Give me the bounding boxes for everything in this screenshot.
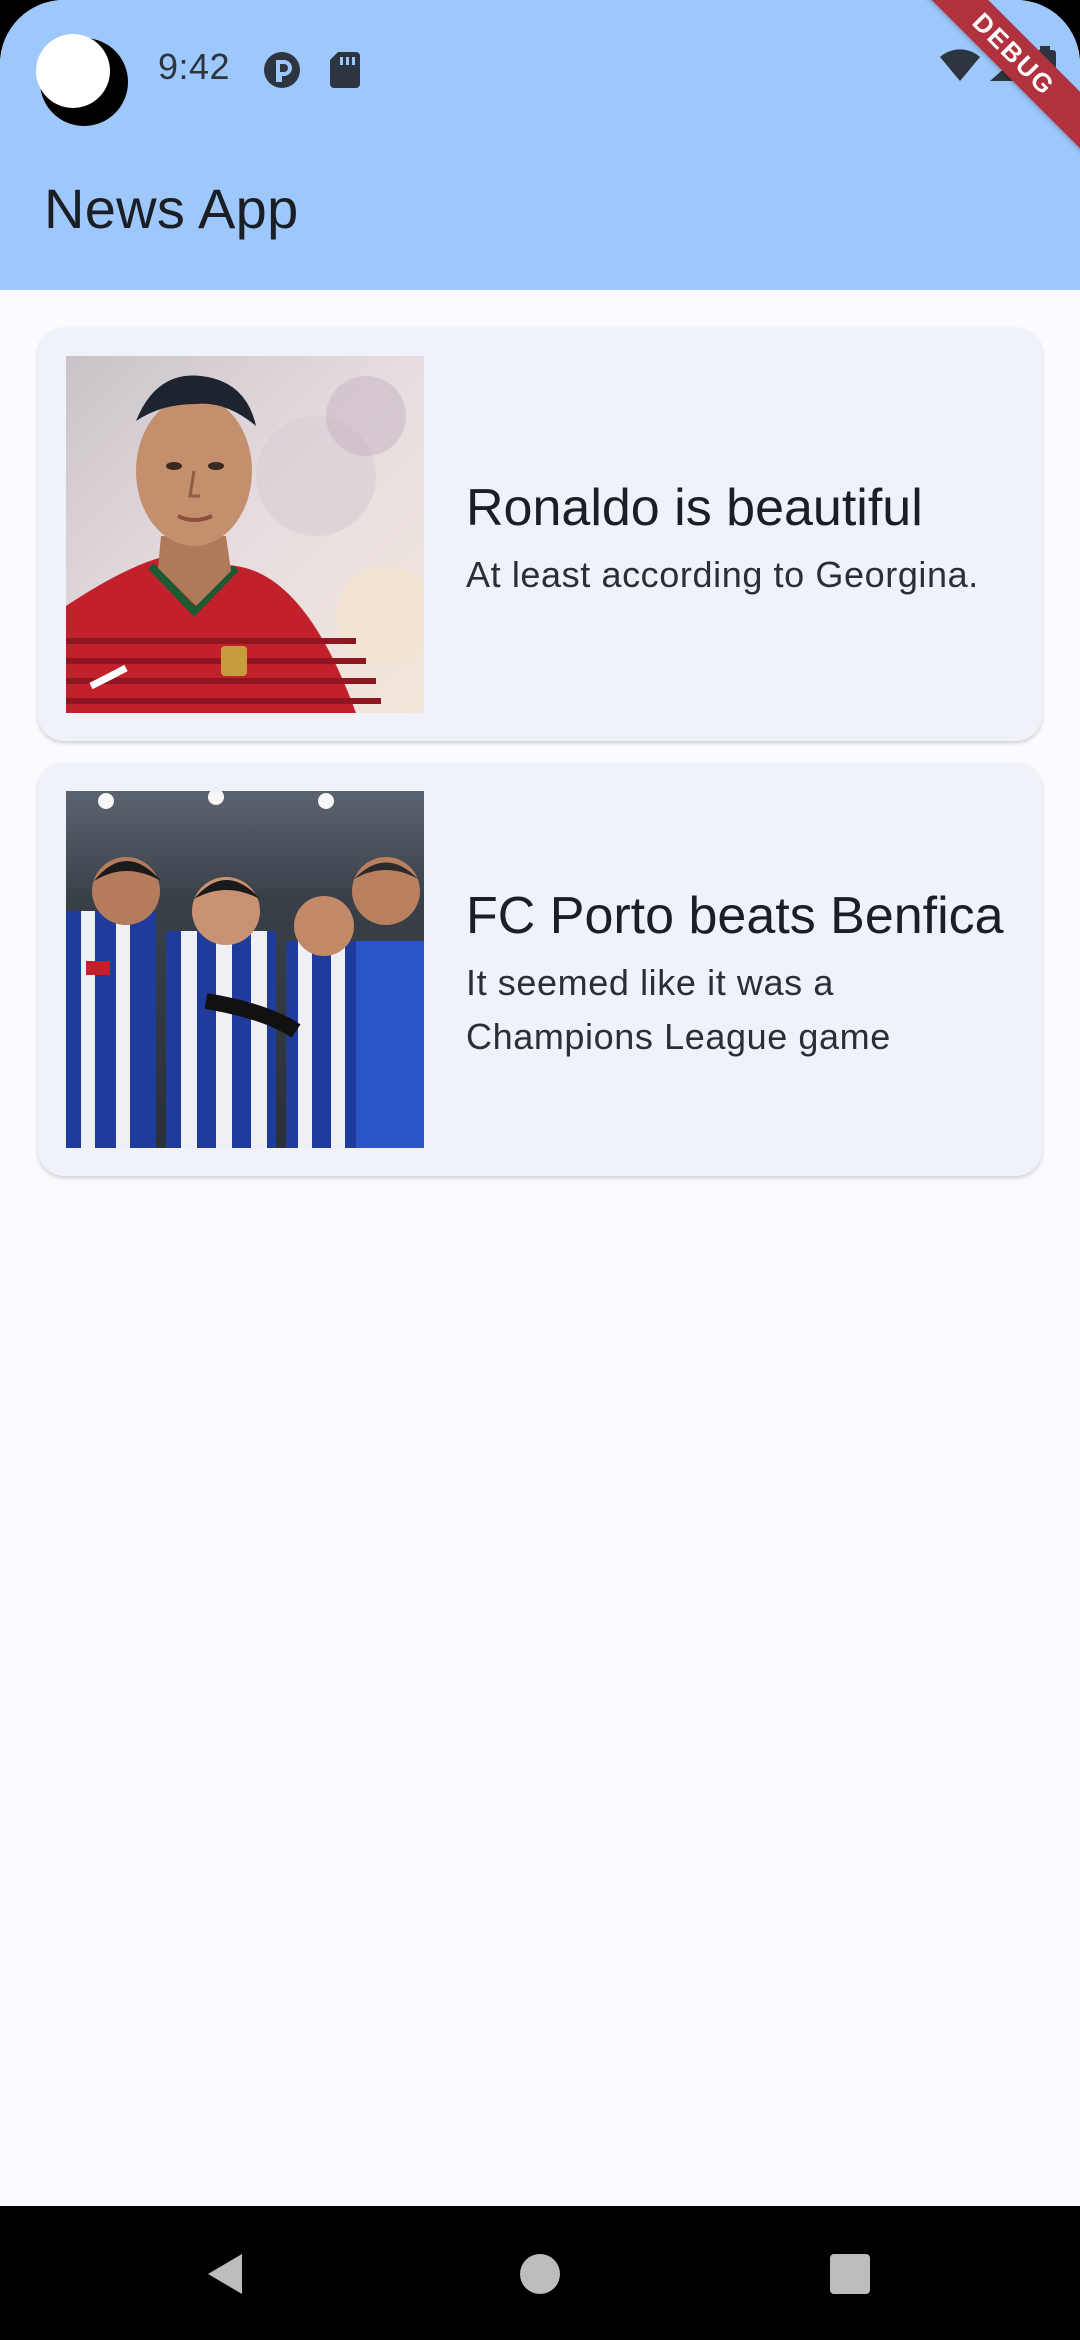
article-subtitle: At least according to Georgina.: [466, 553, 979, 595]
article-text: Ronaldo is beautiful At least according …: [466, 468, 1014, 602]
wifi-icon: [938, 47, 982, 88]
news-list: Ronaldo is beautiful At least according …: [38, 328, 1042, 1198]
app-header: 9:42 DEBUG News App: [0, 0, 1080, 290]
home-icon[interactable]: [500, 2234, 580, 2314]
article-image: [66, 356, 424, 713]
article-image: [66, 791, 424, 1148]
article-subtitle: It seemed like it was a Champions League…: [466, 961, 891, 1057]
app-title: News App: [44, 177, 299, 240]
status-time: 9:42: [158, 46, 231, 87]
recents-icon[interactable]: [810, 2234, 890, 2314]
news-card[interactable]: Ronaldo is beautiful At least according …: [38, 328, 1042, 741]
article-title: Ronaldo is beautiful: [466, 478, 923, 537]
screen: 9:42 DEBUG News App Ronaldo is beautiful…: [0, 0, 1080, 2340]
article-text: FC Porto beats Benfica It seemed like it…: [466, 876, 1014, 1064]
sd-card-icon: [328, 50, 362, 95]
back-icon[interactable]: [186, 2234, 266, 2314]
news-card[interactable]: FC Porto beats Benfica It seemed like it…: [38, 763, 1042, 1176]
article-title: FC Porto beats Benfica: [466, 886, 1004, 945]
notification-icon: [262, 50, 302, 95]
navigation-bar: [0, 2206, 1080, 2340]
camera-cutout: [36, 34, 128, 126]
